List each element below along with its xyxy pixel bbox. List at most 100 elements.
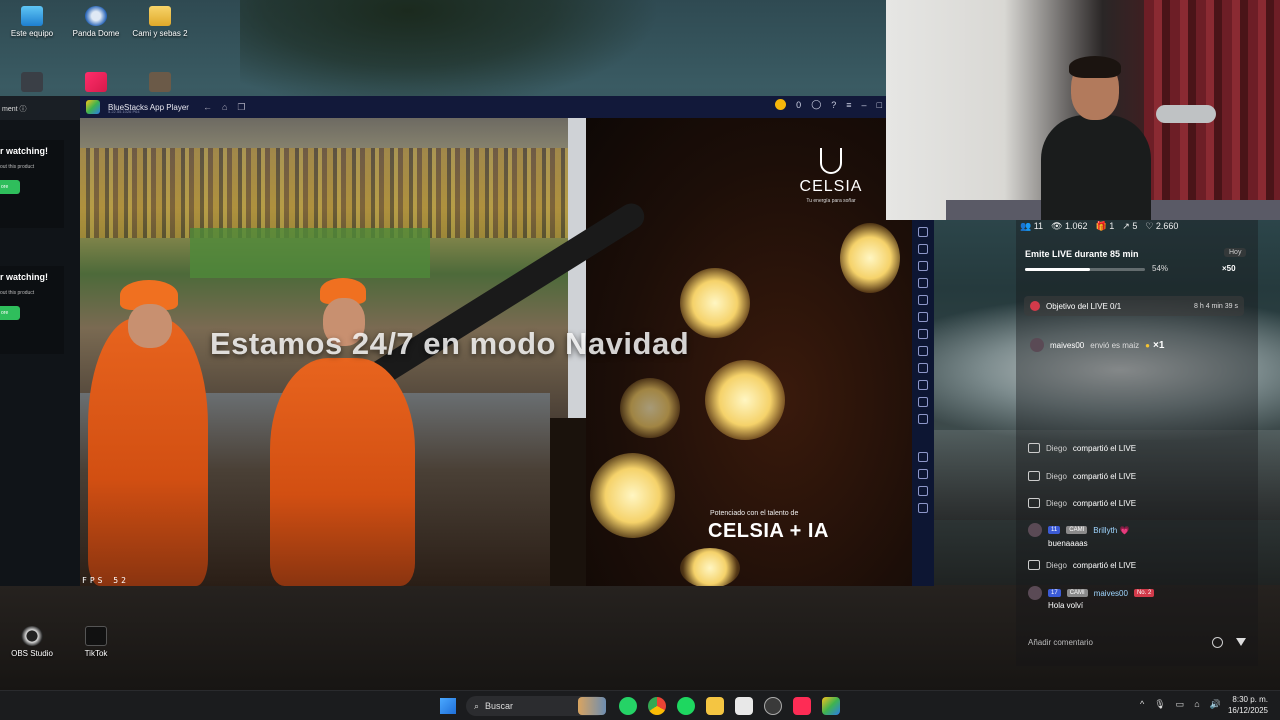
account-icon[interactable]: ◯ [811, 99, 821, 110]
macro-icon[interactable] [918, 329, 928, 339]
menu-icon[interactable]: ≡ [846, 100, 851, 110]
avatar[interactable] [1028, 586, 1042, 600]
mic-icon[interactable]: 🎙 [1154, 699, 1165, 710]
screenshot-icon[interactable] [918, 278, 928, 288]
system-tray: ^ 🎙 ▭ ⌂ 🔊 [1140, 699, 1221, 710]
chat-item: 11 CAMI Brillyth 💗 [1028, 523, 1129, 537]
card-subtitle: out this product [0, 164, 35, 170]
volume-icon[interactable]: 🔊 [1210, 699, 1221, 710]
volume-icon[interactable] [918, 244, 928, 254]
help-icon[interactable]: ? [831, 100, 836, 110]
rank-badge: No. 2 [1133, 589, 1155, 597]
fan-badge: CAMI [1066, 589, 1088, 597]
more-button[interactable]: ore [0, 306, 20, 320]
live-progress-bar [1025, 268, 1145, 271]
desktop-icon-app-3[interactable] [128, 72, 192, 95]
bluestacks-titlebar: BlueStacks App Player 5.22.55.1026 P64 ←… [80, 96, 886, 118]
desktop-icon-obs-studio[interactable]: OBS Studio [0, 626, 64, 659]
chevron-up-icon[interactable]: ^ [1140, 699, 1144, 710]
video-player[interactable]: Estamos 24/7 en modo Navidad CELSIA Tu e… [80, 118, 912, 586]
browser-header: ment ⓘ [0, 96, 80, 120]
share-icon [1028, 471, 1040, 481]
comment-input[interactable]: Añadir comentario [1024, 632, 1228, 654]
celsia-logo-icon [820, 148, 842, 174]
product-card: r watching! out this product ore [0, 140, 64, 228]
folder-icon [149, 6, 171, 26]
desktop-icon-app-2[interactable] [64, 72, 128, 95]
more-icon[interactable] [918, 414, 928, 424]
recent-apps-icon[interactable] [918, 503, 928, 513]
multi-instance-icon[interactable]: ❐ [237, 102, 245, 113]
webcam-feed [886, 0, 1280, 220]
keyboard-icon[interactable] [918, 261, 928, 271]
gifts-stat: 🎁 1 [1095, 221, 1115, 231]
desktop-icon-app-1[interactable] [0, 72, 64, 95]
chat-message: Hola volví [1048, 601, 1084, 610]
search-icon: ⌕ [474, 700, 480, 711]
settings-icon[interactable] [918, 452, 928, 462]
desktop-icon-tiktok[interactable]: TikTok [64, 626, 128, 659]
objective-time: 8 h 4 min 39 s [1194, 302, 1238, 310]
display-icon[interactable]: ▭ [1176, 699, 1185, 710]
copy-icon[interactable] [918, 346, 928, 356]
avatar [1030, 338, 1044, 352]
gift-notification: maives00 envió es maiz ● ×1 [1030, 338, 1164, 352]
capcut-icon[interactable] [735, 697, 753, 715]
record-icon[interactable] [918, 295, 928, 305]
eco-icon[interactable] [918, 363, 928, 373]
live-progress-fill [1025, 268, 1090, 271]
card-title: r watching! [0, 272, 49, 282]
card-title: r watching! [0, 146, 49, 156]
fullscreen-icon[interactable] [918, 227, 928, 237]
home-icon[interactable]: ⌂ [222, 102, 227, 113]
taskbar-clock[interactable]: 8:30 p. m. 16/12/2025 [1228, 694, 1268, 716]
day-tag: Hoy [1224, 248, 1247, 257]
spotify-icon[interactable] [677, 697, 695, 715]
live-progress-text: 54% [1152, 264, 1169, 273]
chrome-icon[interactable] [648, 697, 666, 715]
location-icon[interactable] [918, 380, 928, 390]
network-icon[interactable]: ⌂ [1194, 699, 1199, 710]
worker-right [270, 358, 415, 586]
views-stat: 👁 1.062 [1051, 221, 1088, 231]
objective-icon [1030, 301, 1040, 311]
coin-count: 0 [796, 99, 802, 110]
chat-item: 17 CAMI maives00 No. 2 [1028, 586, 1155, 600]
back-icon[interactable] [918, 469, 928, 479]
filter-icon[interactable] [1236, 638, 1246, 646]
bluestacks-sidebar [912, 220, 934, 586]
chat-item: Diego compartió el LIVE [1028, 560, 1136, 570]
tiktok-icon [85, 626, 107, 646]
bluestacks-window: BlueStacks App Player 5.22.55.1026 P64 ←… [80, 96, 912, 586]
tiktok-app-icon [85, 72, 107, 92]
emoji-icon[interactable] [1212, 637, 1223, 648]
live-objective[interactable]: Objetivo del LIVE 0/1 8 h 4 min 39 s [1024, 296, 1244, 316]
browser-window-partial: ment ⓘ r watching! out this product ore … [0, 96, 80, 586]
bluestacks-taskbar-icon[interactable] [822, 697, 840, 715]
widgets-icon[interactable] [578, 697, 606, 715]
celsia-logo: CELSIA Tu energía para soñar [796, 148, 866, 204]
chat-message: buenaaaas [1048, 539, 1088, 548]
obs-taskbar-icon[interactable] [764, 697, 782, 715]
maximize-icon[interactable]: □ [877, 100, 882, 110]
folder-icon[interactable] [918, 312, 928, 322]
tiktok-taskbar-icon[interactable] [793, 697, 811, 715]
live-goal-label: Emite LIVE durante 85 min [1025, 249, 1139, 259]
home-icon[interactable] [918, 486, 928, 496]
fps-counter: FPS 52 [82, 576, 129, 585]
desktop-icon-este-equipo[interactable]: Este equipo [0, 6, 64, 39]
monitor-icon [21, 6, 43, 26]
avatar[interactable] [1028, 523, 1042, 537]
chat-item: Diego compartió el LIVE [1028, 443, 1136, 453]
whatsapp-icon[interactable] [619, 697, 637, 715]
file-explorer-icon[interactable] [706, 697, 724, 715]
windows-start-icon[interactable] [440, 698, 456, 714]
desktop-icon-cami-y-sebas[interactable]: Cami y sebas 2 [128, 6, 192, 39]
powered-by-text: Potenciado con el talento de [710, 510, 799, 517]
minimize-icon[interactable]: – [862, 100, 867, 110]
desktop-icon-panda-dome[interactable]: Panda Dome [64, 6, 128, 39]
more-button[interactable]: ore [0, 180, 20, 194]
back-icon[interactable]: ← [203, 102, 212, 113]
layers-icon[interactable] [918, 397, 928, 407]
microphone [1156, 105, 1216, 123]
